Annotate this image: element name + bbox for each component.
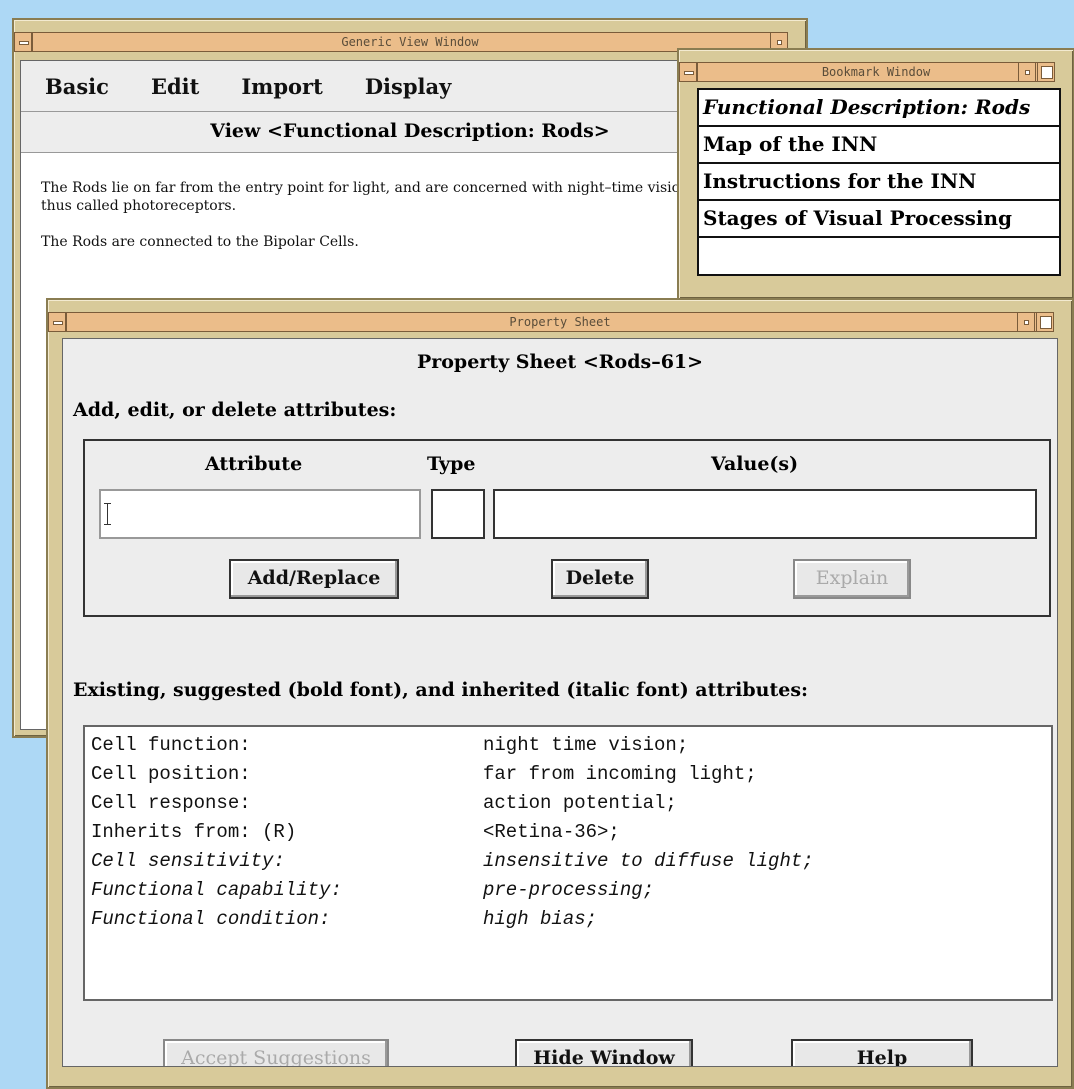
add-replace-button[interactable]: Add/Replace [229,559,399,599]
explain-button[interactable]: Explain [793,559,911,599]
hide-window-button[interactable]: Hide Window [515,1039,693,1066]
attribute-value: pre-processing; [483,879,655,901]
window-title: Bookmark Window [821,65,931,79]
minimize-icon[interactable] [1018,62,1036,82]
bookmark-item[interactable]: Instructions for the INN [699,164,1059,201]
attribute-key: Cell function: [91,734,251,756]
body-paragraph: The Rods are connected to the Bipolar Ce… [41,234,359,250]
minimize-icon[interactable] [1017,312,1035,332]
type-input[interactable] [431,489,485,539]
attribute-key: Cell sensitivity: [91,850,285,872]
window-title: Generic View Window [341,35,479,49]
attribute-key: Functional capability: [91,879,342,901]
bookmark-item[interactable]: Map of the INN [699,127,1059,164]
menu-basic[interactable]: Basic [45,74,109,99]
attribute-row[interactable]: Cell function: night time vision; [91,731,1045,760]
attribute-row[interactable]: Cell position: far from incoming light; [91,760,1045,789]
attribute-key: Cell position: [91,763,251,785]
existing-section-label: Existing, suggested (bold font), and inh… [73,679,809,701]
attribute-value: <Retina-36>; [483,821,620,843]
add-section-label: Add, edit, or delete attributes: [73,399,397,421]
menu-edit[interactable]: Edit [151,74,199,99]
window-menu-icon[interactable] [14,32,32,52]
accept-suggestions-button[interactable]: Accept Suggestions [163,1039,389,1066]
attribute-row[interactable]: Cell response: action potential; [91,789,1045,818]
text-cursor-icon [104,503,111,525]
bookmark-item[interactable] [699,238,1059,273]
attribute-value: far from incoming light; [483,763,757,785]
generic-view-titlebar[interactable]: Generic View Window [14,32,788,52]
bookmark-list: Functional Description: Rods Map of the … [697,88,1061,276]
attributes-list[interactable]: Cell function: night time vision; Cell pos… [83,725,1053,1001]
attribute-row[interactable]: Cell sensitivity: insensitive to diffuse … [91,847,1045,876]
attribute-value: insensitive to diffuse light; [483,850,814,872]
attribute-value: action potential; [483,792,677,814]
values-input[interactable] [493,489,1037,539]
property-sheet-window: Property Sheet Property Sheet <Rods–61> … [46,298,1074,1089]
bookmark-window: Bookmark Window Functional Description: … [677,48,1074,300]
bookmark-item[interactable]: Functional Description: Rods [699,90,1059,127]
menu-display[interactable]: Display [365,74,451,99]
attribute-row[interactable]: Inherits from: (R) <Retina-36>; [91,818,1045,847]
attribute-key: Inherits from: (R) [91,821,297,843]
window-menu-icon[interactable] [679,62,697,82]
bookmark-item[interactable]: Stages of Visual Processing [699,201,1059,238]
attribute-row[interactable]: Functional capability: pre-processing; [91,876,1045,905]
maximize-icon[interactable] [1037,62,1055,82]
attribute-input[interactable] [99,489,421,539]
attribute-value: high bias; [483,908,598,930]
values-column-header: Value(s) [711,453,799,475]
type-column-header: Type [427,453,476,475]
property-sheet-heading: Property Sheet <Rods–61> [416,351,704,373]
window-menu-icon[interactable] [48,312,66,332]
attribute-key: Cell response: [91,792,251,814]
window-title: Property Sheet [509,315,611,329]
menu-import[interactable]: Import [241,74,323,99]
delete-button[interactable]: Delete [551,559,649,599]
attribute-editor-group: Attribute Type Value(s) Add/Replace Dele… [83,439,1051,617]
attribute-column-header: Attribute [205,453,303,475]
help-button[interactable]: Help [791,1039,973,1066]
property-sheet-client: Property Sheet <Rods–61> Add, edit, or d… [62,338,1058,1067]
bookmark-titlebar[interactable]: Bookmark Window [679,62,1055,82]
attribute-row[interactable]: Functional condition: high bias; [91,905,1045,934]
body-paragraph: The Rods lie on far from the entry point… [41,180,753,214]
property-sheet-titlebar[interactable]: Property Sheet [48,312,1054,332]
attribute-key: Functional condition: [91,908,331,930]
maximize-icon[interactable] [1036,312,1054,332]
attribute-value: night time vision; [483,734,689,756]
